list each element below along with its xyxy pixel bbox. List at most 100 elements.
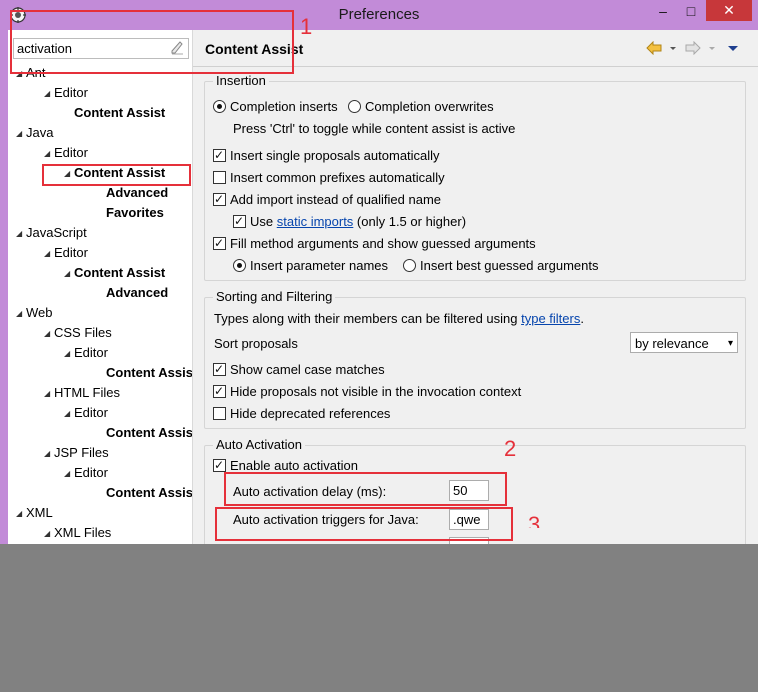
tree-item[interactable]: Favorites: [96, 205, 164, 221]
radio-indicator[interactable]: [233, 259, 246, 272]
expanded-triangle-icon[interactable]: ◢: [16, 126, 26, 142]
insert-prefixes-checkbox[interactable]: Insert common prefixes automatically: [213, 170, 445, 186]
use-static-imports-checkbox[interactable]: Use static imports (only 1.5 or higher): [233, 213, 467, 230]
tree-item[interactable]: ◢ Editor: [44, 145, 88, 162]
back-arrow-icon[interactable]: [646, 41, 662, 55]
expanded-triangle-icon[interactable]: ◢: [44, 326, 54, 342]
tree-item[interactable]: ◢ JavaScript: [16, 225, 87, 242]
expanded-triangle-icon[interactable]: ◢: [44, 386, 54, 402]
close-button[interactable]: ✕: [706, 0, 752, 21]
completion-overwrites-label: Completion overwrites: [365, 99, 494, 114]
type-filters-description: Types along with their members can be fi…: [214, 311, 584, 327]
tree-item-label: Content Assist: [106, 425, 198, 440]
hide-not-visible-checkbox[interactable]: Hide proposals not visible in the invoca…: [213, 383, 521, 400]
tree-item[interactable]: ◢ XML Files: [44, 525, 111, 542]
expanded-triangle-icon[interactable]: ◢: [16, 306, 26, 322]
tree-item[interactable]: ◢ Web: [16, 305, 53, 322]
tree-item[interactable]: ◢ Editor: [44, 245, 88, 262]
expanded-triangle-icon[interactable]: ◢: [64, 346, 74, 362]
expanded-triangle-icon[interactable]: ◢: [44, 246, 54, 262]
tree-item[interactable]: ◢ Editor: [64, 405, 108, 422]
tree-item-label: Editor: [54, 85, 88, 100]
back-menu-chevron-icon[interactable]: [668, 41, 678, 55]
expanded-triangle-icon[interactable]: ◢: [64, 406, 74, 422]
expanded-triangle-icon[interactable]: ◢: [16, 226, 26, 242]
completion-inserts-radio[interactable]: Completion inserts: [213, 99, 338, 115]
tree-item[interactable]: Content Assist: [96, 485, 197, 501]
tree-item[interactable]: ◢ Java: [16, 125, 53, 142]
tree-item[interactable]: Advanced: [96, 285, 168, 301]
sort-proposals-select[interactable]: by relevance ▾: [630, 332, 738, 353]
forward-menu-chevron-icon[interactable]: [707, 41, 717, 55]
insert-parameter-names-radio[interactable]: Insert parameter names: [233, 258, 388, 274]
tree-item[interactable]: ◢ JSP Files: [44, 445, 109, 462]
checkbox-indicator[interactable]: [213, 457, 226, 473]
insert-guessed-arguments-radio[interactable]: Insert best guessed arguments: [403, 258, 599, 274]
hide-deprecated-checkbox[interactable]: Hide deprecated references: [213, 406, 390, 422]
expanded-triangle-icon[interactable]: ◢: [64, 266, 74, 282]
tree-item-label: Content Assist: [106, 485, 198, 500]
tree-item[interactable]: ◢ Content Assist: [64, 265, 165, 282]
tree-item[interactable]: Content Assist: [96, 365, 197, 381]
insert-single-checkbox[interactable]: Insert single proposals automatically: [213, 147, 440, 164]
type-filters-link[interactable]: type filters: [521, 311, 580, 326]
static-imports-link[interactable]: static imports: [277, 214, 354, 229]
checkbox-indicator[interactable]: [213, 407, 226, 420]
minimize-button[interactable]: –: [650, 0, 676, 22]
checkbox-indicator[interactable]: [213, 361, 226, 377]
checkbox-indicator[interactable]: [213, 235, 226, 251]
expanded-triangle-icon[interactable]: ◢: [44, 526, 54, 542]
expanded-triangle-icon[interactable]: ◢: [64, 466, 74, 482]
insertion-group-label: Insertion: [213, 73, 269, 88]
camel-case-checkbox[interactable]: Show camel case matches: [213, 361, 385, 378]
toggle-hint-text: Press 'Ctrl' to toggle while content ass…: [233, 121, 516, 136]
tree-item-label: Editor: [74, 465, 108, 480]
checkbox-indicator[interactable]: [213, 191, 226, 207]
tree-item[interactable]: ◢ Editor: [64, 345, 108, 362]
tree-item[interactable]: Content Assist: [96, 425, 197, 441]
tree-item[interactable]: ◢ Editor: [44, 85, 88, 102]
use-static-suffix: (only 1.5 or higher): [353, 214, 467, 229]
preference-tree-panel: ◢Ant◢EditorContent Assist◢Java◢Editor◢Co…: [8, 30, 197, 544]
tree-item[interactable]: ◢ HTML Files: [44, 385, 120, 402]
tree-item-label: Content Assist: [74, 265, 166, 280]
fill-arguments-checkbox[interactable]: Fill method arguments and show guessed a…: [213, 235, 536, 252]
radio-indicator[interactable]: [348, 100, 361, 113]
tree-item-label: HTML Files: [54, 385, 120, 400]
preference-page: Content Assist Insertion Completion inse…: [192, 30, 758, 544]
checkbox-indicator[interactable]: [213, 383, 226, 399]
auto-activation-group-label: Auto Activation: [213, 437, 305, 452]
checkbox-indicator[interactable]: [213, 147, 226, 163]
insert-single-label: Insert single proposals automatically: [230, 148, 440, 163]
hide-deprecated-label: Hide deprecated references: [230, 406, 391, 421]
radio-indicator[interactable]: [403, 259, 416, 272]
expanded-triangle-icon[interactable]: ◢: [44, 86, 54, 102]
expanded-triangle-icon[interactable]: ◢: [44, 146, 54, 162]
use-static-prefix: Use: [250, 214, 277, 229]
completion-overwrites-radio[interactable]: Completion overwrites: [348, 99, 494, 115]
tree-item-label: JSP Files: [54, 445, 109, 460]
expanded-triangle-icon[interactable]: ◢: [44, 446, 54, 462]
tree-item[interactable]: ◢ XML: [16, 505, 53, 522]
checkbox-indicator[interactable]: [213, 171, 226, 184]
tree-item[interactable]: Advanced: [96, 185, 168, 201]
add-import-checkbox[interactable]: Add import instead of qualified name: [213, 191, 442, 208]
insert-prefixes-label: Insert common prefixes automatically: [230, 170, 445, 185]
sort-proposals-value: by relevance: [635, 336, 709, 351]
radio-indicator[interactable]: [213, 100, 226, 113]
tree-item-label: Favorites: [106, 205, 164, 220]
tree-item[interactable]: ◢ CSS Files: [44, 325, 112, 342]
expanded-triangle-icon[interactable]: ◢: [16, 506, 26, 522]
view-menu-icon[interactable]: [727, 41, 739, 55]
annotation-box-triggers: [215, 507, 513, 541]
tree-item-label: XML: [26, 505, 53, 520]
annotation-box-delay: [224, 472, 507, 506]
tree-item-label: Java: [26, 125, 54, 140]
tree-item[interactable]: ◢ Editor: [64, 465, 108, 482]
forward-arrow-icon[interactable]: [685, 41, 701, 55]
tree-item[interactable]: Content Assist: [64, 105, 165, 121]
checkbox-indicator[interactable]: [233, 213, 246, 229]
fill-arguments-label: Fill method arguments and show guessed a…: [230, 236, 536, 251]
add-import-label: Add import instead of qualified name: [230, 192, 442, 207]
maximize-button[interactable]: □: [678, 0, 704, 22]
